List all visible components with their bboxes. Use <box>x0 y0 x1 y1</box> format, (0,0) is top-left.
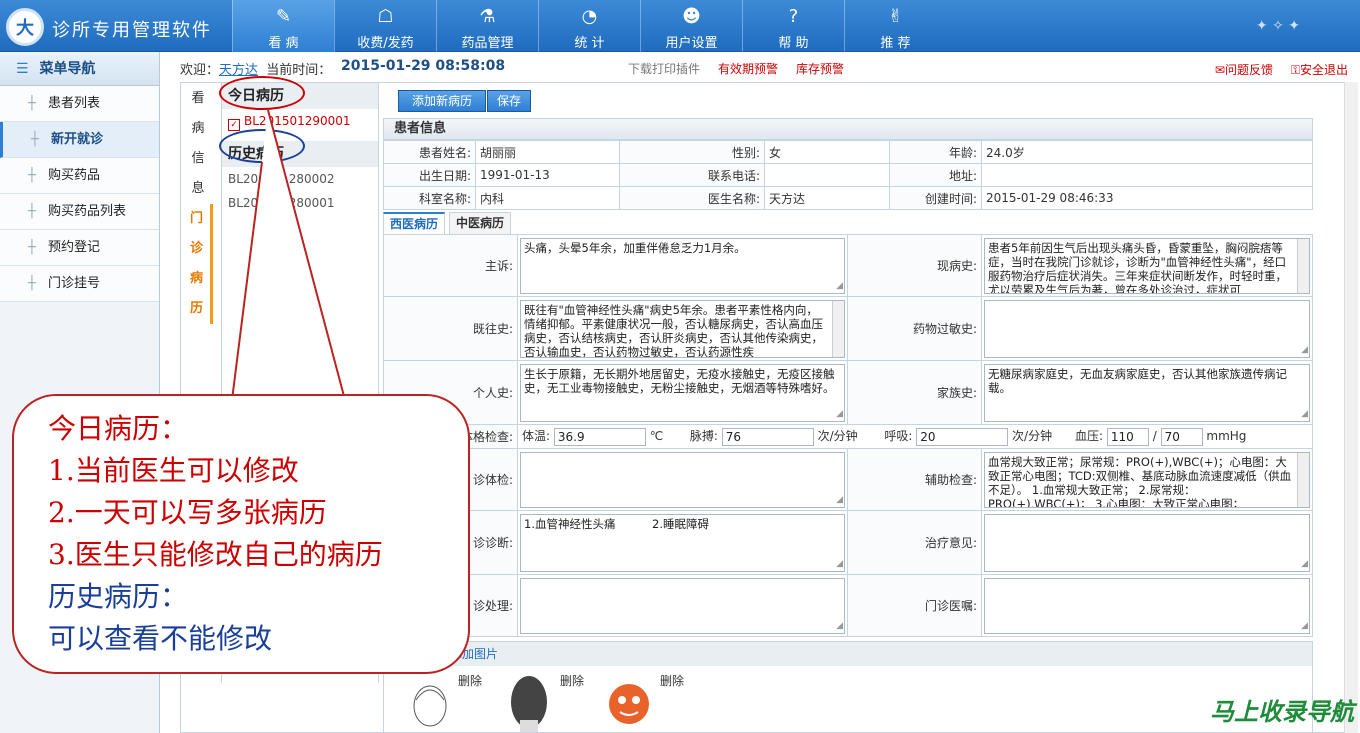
annotation-callout: 今日病历： 1.当前医生可以修改 2.一天可以写多张病历 3.医生只能修改自己的… <box>12 394 470 674</box>
watermark: 马上收录导航 <box>1210 698 1354 726</box>
